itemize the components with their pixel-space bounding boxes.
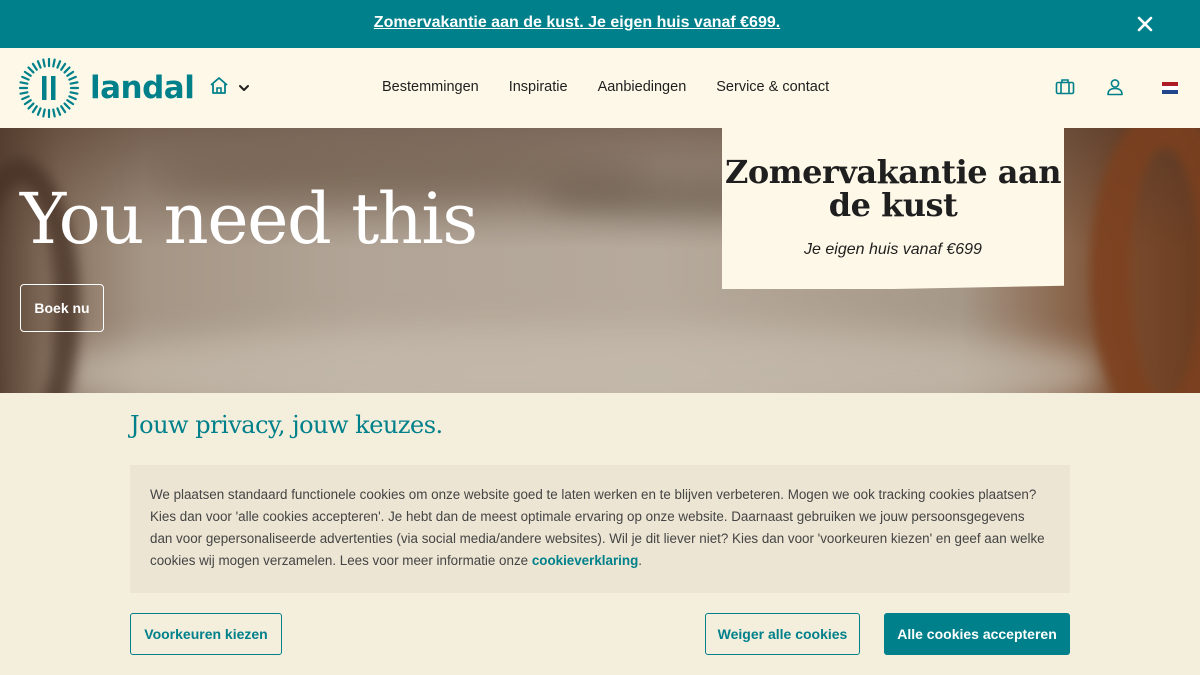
home-icon [208,76,230,101]
accept-all-button[interactable]: Alle cookies accepteren [884,613,1070,655]
cookie-body: We plaatsen standaard functionele cookie… [150,484,1050,572]
nav-item-aanbiedingen[interactable]: Aanbiedingen [598,79,687,95]
cookie-banner: Jouw privacy, jouw keuzes. We plaatsen s… [0,393,1200,675]
promo-title: Zomervakantie aan de kust [725,153,1061,224]
chevron-down-icon [238,80,250,98]
cookie-text-box: We plaatsen standaard functionele cookie… [130,465,1070,593]
nav-item-inspiratie[interactable]: Inspiratie [509,79,568,95]
book-now-button[interactable]: Boek nu [20,284,104,332]
nav-item-service-contact[interactable]: Service & contact [716,79,829,95]
announcement-bar: Zomervakantie aan de kust. Je eigen huis… [0,0,1200,48]
promo-card[interactable]: Zomervakantie aan de kust Je eigen huis … [722,128,1064,289]
cookie-heading: Jouw privacy, jouw keuzes. [130,411,443,439]
preferences-button[interactable]: Voorkeuren kiezen [130,613,282,655]
user-icon[interactable] [1106,78,1124,101]
main-nav: Bestemmingen Inspiratie Aanbiedingen Ser… [382,79,829,95]
promo-subtitle: Je eigen huis vanaf €699 [804,241,982,258]
home-switch[interactable] [208,76,250,101]
logo-wordmark: landal [90,70,195,106]
cookie-body-end: . [638,553,642,568]
hero-headline: You need this [20,178,478,260]
nav-item-bestemmingen[interactable]: Bestemmingen [382,79,479,95]
landal-logo[interactable]: landal [18,57,195,119]
suitcase-icon[interactable] [1055,78,1075,101]
close-icon[interactable] [1134,13,1156,35]
sun-logo-icon [18,57,80,119]
announcement-link[interactable]: Zomervakantie aan de kust. Je eigen huis… [0,14,1154,32]
reject-all-button[interactable]: Weiger alle cookies [705,613,860,655]
cookie-statement-link[interactable]: cookieverklaring [532,553,638,568]
dutch-flag-icon[interactable] [1162,81,1178,99]
site-header: landal Bestemmingen Inspiratie Aanbiedin… [0,48,1200,128]
